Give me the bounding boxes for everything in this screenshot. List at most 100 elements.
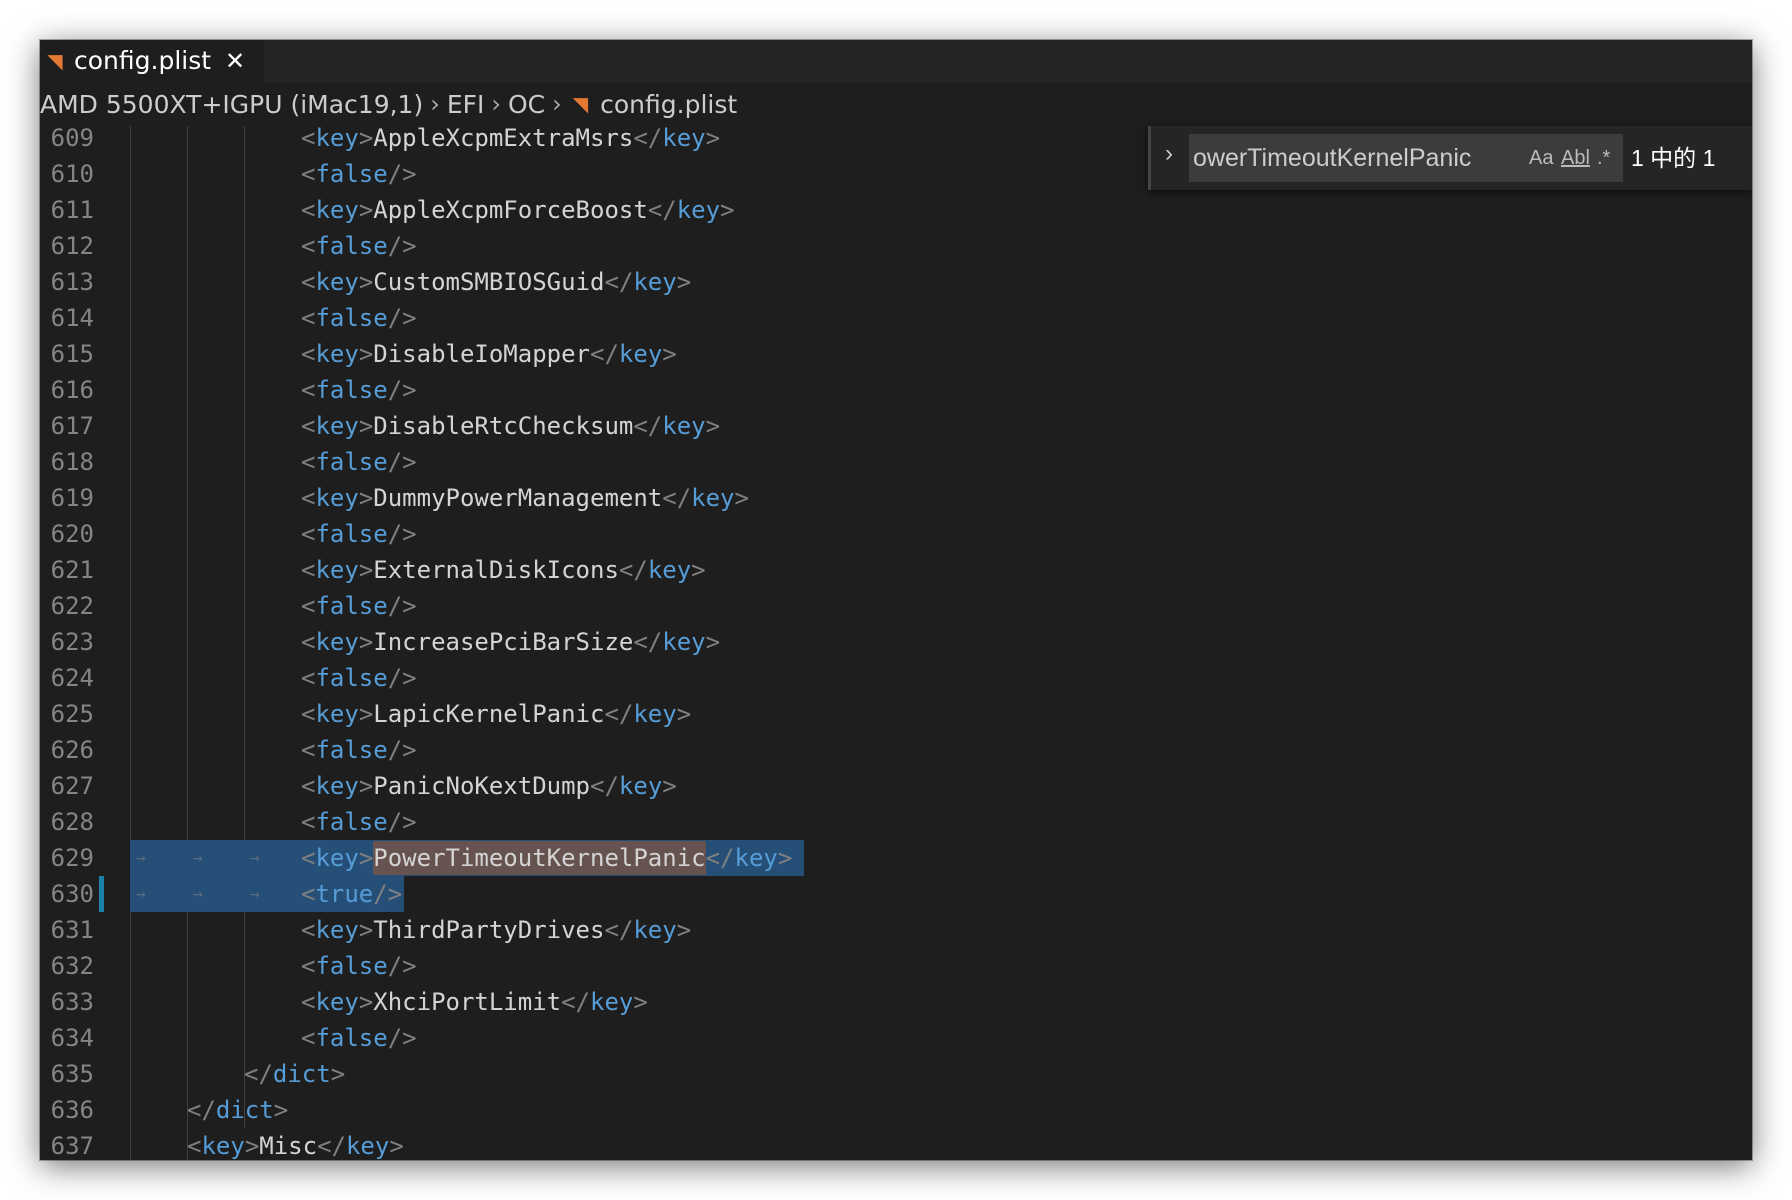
- tag-punctuation: <: [301, 772, 316, 800]
- code-line[interactable]: <key>DisableIoMapper</key>: [301, 336, 677, 372]
- tag-name: dict: [215, 1096, 274, 1124]
- tag-name: key: [662, 126, 706, 152]
- tag-punctuation: <: [301, 844, 316, 872]
- code-line[interactable]: <key>Misc</key>: [187, 1128, 404, 1160]
- tag-punctuation: >: [358, 196, 374, 224]
- code-line[interactable]: <key>ThirdPartyDrives</key>: [301, 912, 691, 948]
- tag-punctuation: <: [301, 700, 316, 728]
- breadcrumb-item-workspace[interactable]: AMD 5500XT+IGPU (iMac19,1): [40, 90, 423, 119]
- code-line[interactable]: <false/>: [301, 228, 417, 264]
- code-line[interactable]: </dict>: [244, 1056, 345, 1092]
- tag-punctuation: <: [301, 160, 316, 188]
- code-line[interactable]: <key>IncreasePciBarSize</key>: [301, 624, 720, 660]
- regex-icon[interactable]: .*: [1597, 134, 1610, 182]
- whole-word-icon[interactable]: Abl: [1561, 134, 1590, 182]
- line-number: 636: [50, 1096, 94, 1124]
- tag-punctuation: <: [301, 448, 316, 476]
- line-number: 626: [50, 736, 94, 764]
- find-input[interactable]: owerTimeoutKernelPanic: [1189, 134, 1623, 182]
- line-number: 609: [50, 126, 94, 152]
- line-number: 635: [50, 1060, 94, 1088]
- tag-punctuation: >: [273, 1096, 289, 1124]
- tag-name: false: [315, 376, 388, 404]
- tab-config-plist[interactable]: ◥ config.plist ✕: [40, 40, 264, 82]
- breadcrumb-item-oc[interactable]: OC: [508, 90, 545, 119]
- code-line[interactable]: <key>ExternalDiskIcons</key>: [301, 552, 706, 588]
- tag-punctuation: >: [330, 1060, 346, 1088]
- match-case-icon[interactable]: Aa: [1529, 134, 1553, 182]
- tag-name: false: [315, 1024, 388, 1052]
- tag-name: key: [676, 196, 721, 224]
- line-number: 629: [50, 844, 94, 872]
- breadcrumb-item-file[interactable]: config.plist: [600, 90, 737, 119]
- code-line[interactable]: <false/>: [301, 516, 417, 552]
- code-editor[interactable]: 609 <key>AppleXcpmExtraMsrs</key> 610 <fals…: [40, 126, 1752, 1160]
- tag-punctuation: </: [618, 556, 648, 584]
- tag-punctuation: <: [301, 484, 316, 512]
- line-number: 613: [50, 268, 94, 296]
- code-line[interactable]: <false/>: [301, 372, 417, 408]
- key-text: ExternalDiskIcons: [373, 556, 619, 584]
- key-text: DisableRtcChecksum: [373, 412, 634, 440]
- tag-name: false: [315, 160, 388, 188]
- tag-punctuation: >: [358, 916, 374, 944]
- indent-guide: [187, 126, 188, 1160]
- key-text: PanicNoKextDump: [373, 772, 591, 800]
- code-line[interactable]: <key>AppleXcpmExtraMsrs</key>: [301, 126, 720, 156]
- line-number: 633: [50, 988, 94, 1016]
- code-line[interactable]: <false/>: [301, 732, 417, 768]
- code-line[interactable]: <false/>: [301, 948, 417, 984]
- code-line[interactable]: <true/>: [301, 876, 402, 912]
- tag-punctuation: </: [633, 628, 663, 656]
- tag-name: key: [691, 484, 735, 512]
- tag-punctuation: <: [301, 232, 316, 260]
- tag-punctuation: >: [662, 340, 677, 368]
- close-icon[interactable]: ✕: [225, 47, 245, 75]
- code-line[interactable]: <key>DisableRtcChecksum</key>: [301, 408, 720, 444]
- tag-punctuation: >: [705, 412, 721, 440]
- tag-name: dict: [272, 1060, 331, 1088]
- code-line[interactable]: <false/>: [301, 588, 417, 624]
- code-line[interactable]: <false/>: [301, 300, 417, 336]
- tag-punctuation: />: [387, 664, 417, 692]
- tag-punctuation: />: [387, 736, 417, 764]
- tag-punctuation: </: [317, 1132, 346, 1160]
- code-line[interactable]: <false/>: [301, 804, 417, 840]
- code-line[interactable]: <key>CustomSMBIOSGuid</key>: [301, 264, 691, 300]
- rss-file-icon: ◥: [47, 49, 63, 73]
- tag-name: key: [315, 412, 359, 440]
- key-text: IncreasePciBarSize: [373, 628, 634, 656]
- tag-name: key: [315, 340, 359, 368]
- code-line[interactable]: <false/>: [301, 156, 417, 192]
- line-number: 620: [50, 520, 94, 548]
- tag-punctuation: <: [301, 736, 316, 764]
- code-line[interactable]: <key>PanicNoKextDump</key>: [301, 768, 677, 804]
- code-line[interactable]: <key>PowerTimeoutKernelPanic</key>: [301, 840, 792, 876]
- code-line[interactable]: <false/>: [301, 444, 417, 480]
- tag-name: key: [590, 988, 634, 1016]
- code-line[interactable]: <key>LapicKernelPanic</key>: [301, 696, 691, 732]
- chevron-right-icon[interactable]: ›: [1165, 140, 1173, 168]
- code-line[interactable]: <false/>: [301, 1020, 417, 1056]
- tag-punctuation: <: [301, 412, 316, 440]
- tag-punctuation: >: [676, 268, 692, 296]
- tag-name: false: [315, 808, 388, 836]
- tag-name: key: [315, 484, 359, 512]
- tag-punctuation: </: [633, 126, 663, 152]
- breadcrumb-item-efi[interactable]: EFI: [447, 90, 485, 119]
- tag-punctuation: </: [647, 196, 677, 224]
- line-number: 628: [50, 808, 94, 836]
- code-line[interactable]: <key>AppleXcpmForceBoost</key>: [301, 192, 735, 228]
- line-number: 618: [50, 448, 94, 476]
- indent-guide: [244, 126, 245, 1128]
- tag-punctuation: >: [244, 1132, 260, 1160]
- tag-punctuation: >: [358, 556, 374, 584]
- code-line[interactable]: <key>DummyPowerManagement</key>: [301, 480, 749, 516]
- tag-punctuation: >: [705, 628, 721, 656]
- line-number: 632: [50, 952, 94, 980]
- code-line[interactable]: <key>XhciPortLimit</key>: [301, 984, 648, 1020]
- code-line[interactable]: <false/>: [301, 660, 417, 696]
- tag-name: key: [315, 556, 359, 584]
- tag-punctuation: />: [387, 448, 417, 476]
- code-line[interactable]: </dict>: [187, 1092, 288, 1128]
